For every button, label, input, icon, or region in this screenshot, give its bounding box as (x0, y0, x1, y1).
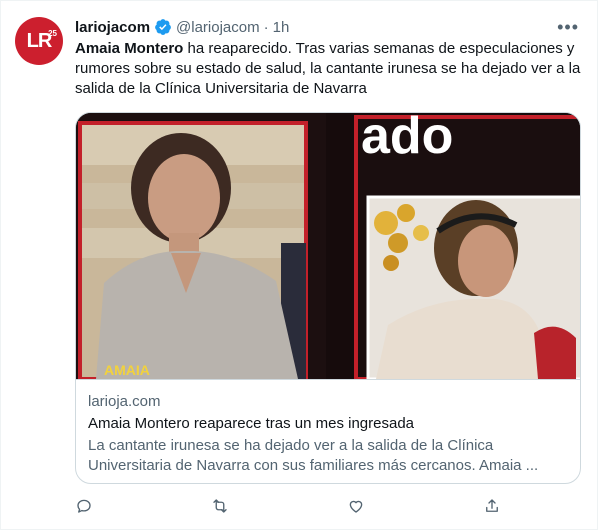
card-info[interactable]: larioja.com Amaia Montero reaparece tras… (76, 379, 580, 483)
share-icon[interactable] (483, 497, 505, 519)
tweet-header: lariojacom @lariojacom · 1h (75, 17, 289, 37)
tweet[interactable]: LR 25 lariojacom @lariojacom · 1h ••• Am… (0, 0, 598, 530)
avatar-badge: 25 (48, 29, 57, 38)
separator-dot: · (263, 18, 269, 36)
retweet-icon[interactable] (211, 497, 233, 519)
card-domain: larioja.com (88, 393, 161, 410)
avatar[interactable]: LR 25 (15, 17, 63, 65)
account-name[interactable]: lariojacom (75, 19, 150, 36)
card-image-illustration: AMAIA ado (76, 113, 580, 379)
image-caption-left: AMAIA (104, 362, 150, 378)
account-handle[interactable]: @lariojacom (176, 19, 260, 36)
tweet-text: Amaia Montero ha reaparecido. Tras varia… (75, 39, 581, 99)
like-icon[interactable] (347, 497, 369, 519)
card-title: Amaia Montero reaparece tras un mes ingr… (88, 415, 415, 432)
verified-badge-icon (154, 18, 172, 36)
timestamp[interactable]: 1h (273, 19, 290, 36)
image-headline-right: ado (361, 113, 453, 165)
card-image[interactable]: AMAIA ado (76, 113, 580, 379)
reply-icon[interactable] (75, 497, 97, 519)
tweet-bold-lead: Amaia Montero (75, 40, 184, 57)
tweet-actions (75, 497, 505, 519)
more-options-icon[interactable]: ••• (557, 17, 579, 38)
link-card[interactable]: AMAIA ado larioja.com Amaia Montero reap… (75, 112, 581, 484)
card-description: La cantante irunesa se ha dejado ver a l… (88, 437, 539, 474)
